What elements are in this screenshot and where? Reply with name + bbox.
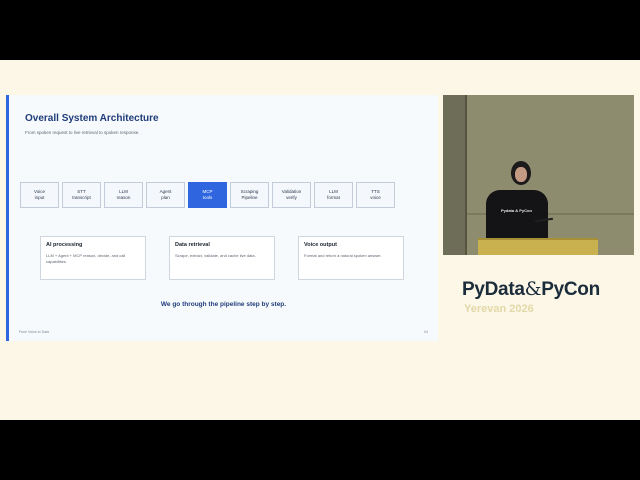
step-sublabel: verify [286, 195, 297, 200]
card-voice-output: Voice output Format and return a natural… [298, 236, 404, 280]
speaker-face [515, 167, 527, 182]
card-title: Voice output [304, 242, 337, 248]
slide-subtitle: From spoken request to live retrieval to… [25, 130, 140, 135]
slide-tagline: We go through the pipeline step by step. [160, 301, 287, 308]
pipeline-step-llm-format: LLM format [314, 182, 353, 208]
card-data-retrieval: Data retrieval Scrape, extract, validate… [169, 236, 275, 280]
wall-panel [443, 95, 465, 255]
card-body: LLM + Agent + MCP reason, decide, and ca… [46, 253, 126, 264]
step-sublabel: format [327, 195, 340, 200]
shirt-logo: Pydata & PyCon [501, 208, 532, 213]
logo-pydata: PyData [462, 279, 525, 300]
logo-pycon: PyCon [541, 279, 600, 300]
step-sublabel: tools [202, 195, 213, 200]
step-sublabel: reason [116, 195, 131, 200]
slide-footer-title: From Voice to Data [19, 330, 49, 334]
pipeline-step-validation: Validation verify [272, 182, 311, 208]
video-frame: Overall System Architecture From spoken … [0, 60, 640, 420]
step-sublabel: plan [161, 195, 170, 200]
logo-wordmark: PyData&PyCon [462, 278, 600, 301]
pipeline-step-mcp-tools: MCP tools [188, 182, 227, 208]
pipeline-step-llm-reason: LLM reason [104, 182, 143, 208]
wall-edge [465, 95, 467, 255]
ampersand-icon: & [524, 278, 542, 300]
slide-page-number: 04 [424, 330, 428, 334]
pipeline-step-voice-input: Voice input [20, 182, 59, 208]
presentation-slide: Overall System Architecture From spoken … [6, 95, 438, 341]
step-sublabel: input [34, 195, 45, 200]
pipeline-step-stt: STT transcript [62, 182, 101, 208]
card-body: Scrape, extract, validate, and cache liv… [175, 253, 256, 258]
conference-logo: PyData&PyCon Yerevan 2026 [462, 278, 622, 318]
pipeline-step-scraping: Scraping Pipeline [230, 182, 269, 208]
slide-title: Overall System Architecture [25, 113, 159, 124]
speaker-body [486, 190, 548, 240]
podium [478, 238, 598, 255]
card-title: AI processing [46, 242, 83, 248]
step-sublabel: voice [370, 195, 381, 200]
card-ai-processing: AI processing LLM + Agent + MCP reason, … [40, 236, 146, 280]
logo-subtitle: Yerevan 2026 [464, 303, 534, 315]
pipeline-step-tts: TTS voice [356, 182, 395, 208]
card-title: Data retrieval [175, 242, 210, 248]
card-body: Format and return a natural spoken answe… [304, 253, 382, 258]
pipeline-diagram: Voice input STT transcript LLM reason Ag… [20, 182, 400, 208]
pipeline-step-agent: Agent plan [146, 182, 185, 208]
step-sublabel: Pipeline [241, 195, 258, 200]
speaker-camera-feed: Pydata & PyCon [443, 95, 634, 255]
step-sublabel: transcript [72, 195, 91, 200]
